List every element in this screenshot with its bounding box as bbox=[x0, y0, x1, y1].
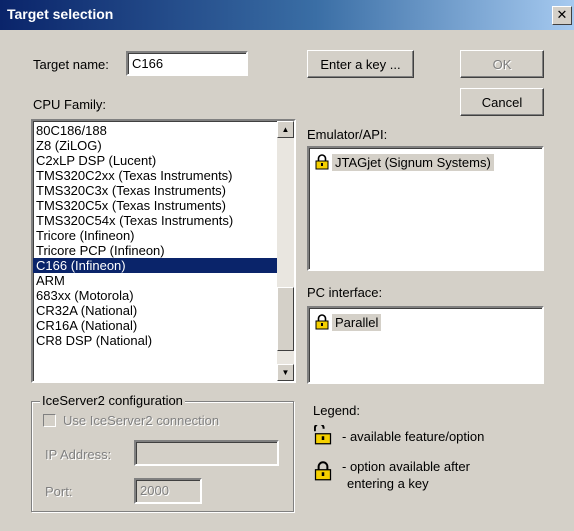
list-item[interactable]: CR16A (National) bbox=[33, 318, 277, 333]
pc-interface-list[interactable]: Parallel bbox=[307, 306, 544, 384]
emulator-api-list[interactable]: JTAGjet (Signum Systems) bbox=[307, 146, 544, 271]
list-item[interactable]: TMS320C54x (Texas Instruments) bbox=[33, 213, 277, 228]
port-value: 2000 bbox=[140, 483, 169, 498]
emulator-api-label: Emulator/API: bbox=[307, 127, 388, 142]
list-item[interactable]: C166 (Infineon) bbox=[33, 258, 277, 273]
ok-button[interactable]: OK bbox=[460, 50, 544, 78]
target-name-input[interactable]: C166 bbox=[126, 51, 248, 76]
cpu-family-label: CPU Family: bbox=[33, 97, 106, 112]
list-item[interactable]: Tricore PCP (Infineon) bbox=[33, 243, 277, 258]
list-item[interactable]: CR8 DSP (National) bbox=[33, 333, 277, 348]
target-name-value: C166 bbox=[132, 56, 164, 71]
legend-after-key-line2: entering a key bbox=[347, 476, 429, 491]
arrow-down-icon: ▼ bbox=[281, 368, 290, 377]
list-item[interactable]: Z8 (ZiLOG) bbox=[33, 138, 277, 153]
list-item[interactable]: C2xLP DSP (Lucent) bbox=[33, 153, 277, 168]
use-iceserver-label: Use IceServer2 connection bbox=[63, 413, 220, 428]
list-item[interactable]: TMS320C2xx (Texas Instruments) bbox=[33, 168, 277, 183]
use-iceserver-checkbox[interactable] bbox=[43, 414, 56, 427]
target-name-label: Target name: bbox=[33, 57, 109, 72]
lock-closed-icon bbox=[315, 314, 329, 330]
cancel-button[interactable]: Cancel bbox=[460, 88, 544, 116]
legend-available-text: - available feature/option bbox=[342, 429, 485, 444]
scroll-down-button[interactable]: ▼ bbox=[277, 364, 294, 381]
lock-closed-icon bbox=[314, 461, 332, 481]
cpu-family-items: 80C186/188 Z8 (ZiLOG) C2xLP DSP (Lucent) TM… bbox=[33, 123, 277, 348]
iceserver-group-title: IceServer2 configuration bbox=[40, 393, 185, 408]
list-item[interactable]: Parallel bbox=[315, 312, 382, 332]
list-item[interactable]: CR32A (National) bbox=[33, 303, 277, 318]
scroll-thumb[interactable] bbox=[277, 287, 294, 351]
list-item[interactable]: 80C186/188 bbox=[33, 123, 277, 138]
close-button[interactable]: ✕ bbox=[552, 6, 572, 25]
emulator-item-label: JTAGjet (Signum Systems) bbox=[332, 153, 494, 171]
cpu-family-list[interactable]: 80C186/188 Z8 (ZiLOG) C2xLP DSP (Lucent) TM… bbox=[31, 119, 296, 383]
list-item[interactable]: JTAGjet (Signum Systems) bbox=[315, 152, 494, 172]
title-bar[interactable]: Target selection ✕ bbox=[0, 0, 574, 30]
window-title: Target selection bbox=[7, 6, 114, 22]
list-item[interactable]: ARM bbox=[33, 273, 277, 288]
ip-address-input[interactable] bbox=[134, 440, 279, 466]
port-label: Port: bbox=[45, 484, 73, 499]
legend-title: Legend: bbox=[313, 403, 360, 418]
enter-key-button[interactable]: Enter a key ... bbox=[307, 50, 414, 78]
pc-interface-label: PC interface: bbox=[307, 285, 383, 300]
close-icon: ✕ bbox=[556, 7, 568, 22]
lock-closed-icon bbox=[315, 154, 329, 170]
arrow-up-icon: ▲ bbox=[281, 125, 290, 134]
list-item[interactable]: 683xx (Motorola) bbox=[33, 288, 277, 303]
scroll-up-button[interactable]: ▲ bbox=[277, 121, 294, 138]
ip-address-label: IP Address: bbox=[45, 447, 112, 462]
target-selection-dialog: Target selection ✕ Target name: C166 Ent… bbox=[0, 0, 574, 531]
list-item[interactable]: Tricore (Infineon) bbox=[33, 228, 277, 243]
list-item[interactable]: TMS320C3x (Texas Instruments) bbox=[33, 183, 277, 198]
legend-after-key-line1: - option available after bbox=[342, 459, 470, 474]
lock-open-icon bbox=[314, 425, 332, 445]
cpu-list-scrollbar[interactable]: ▲ ▼ bbox=[277, 121, 294, 381]
pc-interface-item-label: Parallel bbox=[332, 313, 382, 331]
list-item[interactable]: TMS320C5x (Texas Instruments) bbox=[33, 198, 277, 213]
port-input[interactable]: 2000 bbox=[134, 478, 202, 504]
